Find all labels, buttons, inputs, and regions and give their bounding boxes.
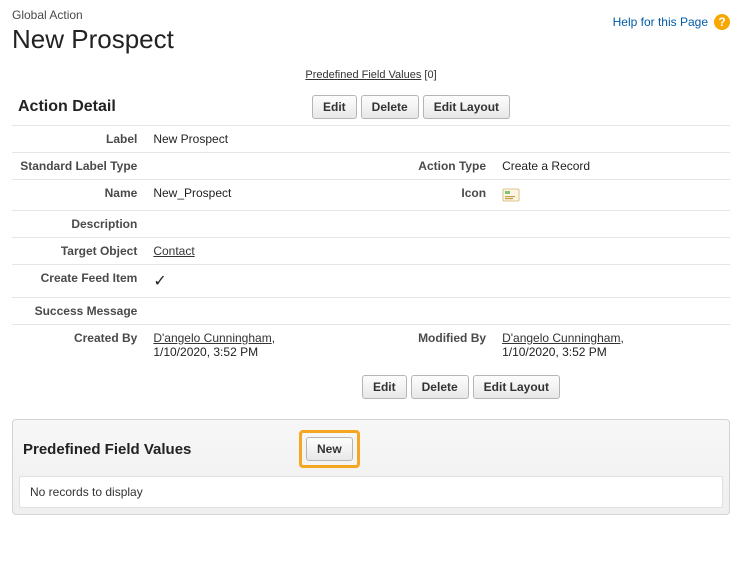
new-button-highlight: New xyxy=(299,430,360,468)
modified-by-sep: , xyxy=(620,331,623,345)
value-standard-label-type xyxy=(145,153,381,180)
label-name: Name xyxy=(12,180,145,211)
label-standard-label-type: Standard Label Type xyxy=(12,153,145,180)
action-detail-table: Label New Prospect Standard Label Type A… xyxy=(12,125,730,365)
modified-by-date: 1/10/2020, 3:52 PM xyxy=(502,345,607,359)
value-success-message xyxy=(145,298,381,325)
predefined-values-count: [0] xyxy=(424,69,436,81)
related-list-title: Predefined Field Values xyxy=(23,441,299,458)
label-create-feed-item: Create Feed Item xyxy=(12,265,145,298)
section-title-action-detail: Action Detail xyxy=(12,98,312,116)
checkmark-icon: ✓ xyxy=(153,273,166,290)
label-icon: Icon xyxy=(381,180,494,211)
modified-by-user-link[interactable]: D'angelo Cunningham xyxy=(502,331,620,345)
predefined-values-anchor[interactable]: Predefined Field Values xyxy=(305,69,421,81)
edit-layout-button[interactable]: Edit Layout xyxy=(423,95,510,119)
page-title: New Prospect xyxy=(12,24,174,55)
created-by-sep: , xyxy=(272,331,275,345)
value-label: New Prospect xyxy=(145,126,381,153)
label-target-object: Target Object xyxy=(12,238,145,265)
edit-button[interactable]: Edit xyxy=(312,95,357,119)
created-by-date: 1/10/2020, 3:52 PM xyxy=(153,345,258,359)
label-success-message: Success Message xyxy=(12,298,145,325)
label-description: Description xyxy=(12,211,145,238)
edit-layout-button-bottom[interactable]: Edit Layout xyxy=(473,375,560,399)
related-list-predefined-values: Predefined Field Values New No records t… xyxy=(12,419,730,515)
related-list-empty-message: No records to display xyxy=(19,476,723,508)
value-action-type: Create a Record xyxy=(494,153,730,180)
created-by-user-link[interactable]: D'angelo Cunningham xyxy=(153,331,271,345)
label-modified-by: Modified By xyxy=(381,325,494,366)
new-predefined-value-button[interactable]: New xyxy=(306,437,353,461)
help-icon[interactable]: ? xyxy=(714,14,730,30)
value-name: New_Prospect xyxy=(145,180,381,211)
value-icon xyxy=(494,180,730,211)
delete-button-bottom[interactable]: Delete xyxy=(411,375,469,399)
contact-icon xyxy=(502,186,520,204)
delete-button[interactable]: Delete xyxy=(361,95,419,119)
help-link[interactable]: Help for this Page xyxy=(613,15,708,29)
value-target-object[interactable]: Contact xyxy=(153,244,194,258)
label-created-by: Created By xyxy=(12,325,145,366)
label-action-type: Action Type xyxy=(381,153,494,180)
edit-button-bottom[interactable]: Edit xyxy=(362,375,407,399)
page-superhead: Global Action xyxy=(12,8,174,22)
label-label: Label xyxy=(12,126,145,153)
value-description xyxy=(145,211,381,238)
